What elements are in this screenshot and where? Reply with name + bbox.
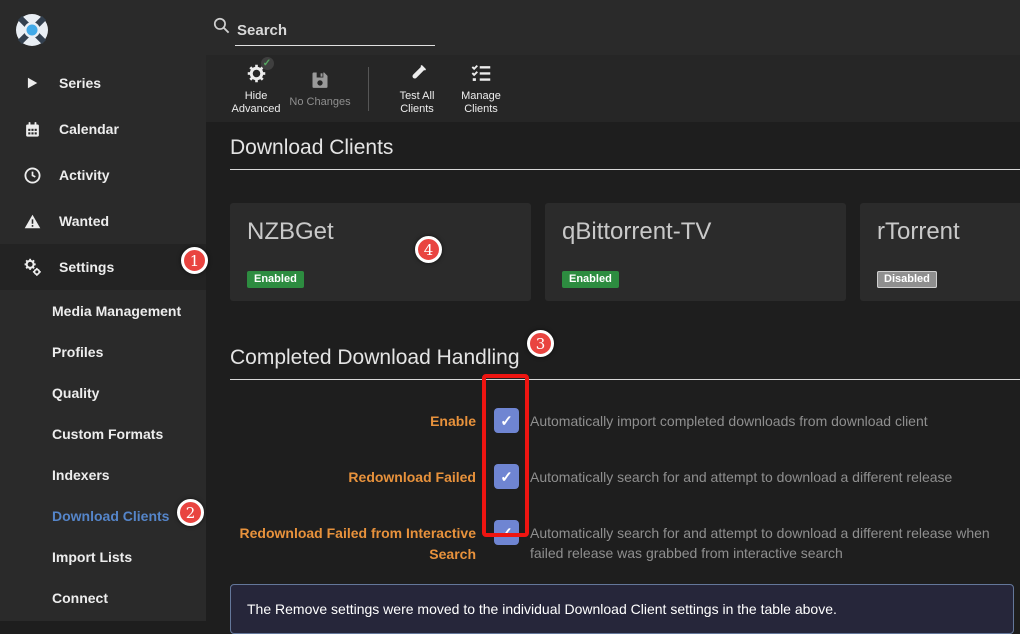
toolbar-separator: [368, 67, 369, 111]
form-row-enable: Enable Automatically import completed do…: [230, 408, 1020, 433]
page-toolbar: ✓ Hide Advanced No Changes Test All Clie…: [206, 55, 1020, 122]
status-badge: Disabled: [877, 271, 937, 288]
remove-settings-notice: The Remove settings were moved to the in…: [230, 584, 1014, 634]
sidebar-subitem-download-clients[interactable]: Download Clients: [0, 495, 206, 536]
sidebar-item-settings[interactable]: Settings: [0, 244, 206, 290]
annotation-circle-3: 3: [527, 330, 554, 357]
redownload-failed-interactive-label: Redownload Failed from Interactive Searc…: [230, 520, 476, 565]
form-row-redownload-failed-interactive: Redownload Failed from Interactive Searc…: [230, 520, 1020, 565]
calendar-icon: [22, 121, 42, 138]
sidebar-item-calendar[interactable]: Calendar: [0, 106, 206, 152]
download-clients-heading: Download Clients: [230, 122, 1020, 170]
redownload-failed-help-text: Automatically search for and attempt to …: [530, 464, 1014, 487]
sidebar-item-wanted[interactable]: Wanted: [0, 198, 206, 244]
client-name: qBittorrent-TV: [562, 218, 829, 246]
list-check-icon: [471, 62, 492, 86]
top-header: [206, 0, 1020, 55]
search-icon: [212, 16, 231, 40]
enable-help-text: Automatically import completed downloads…: [530, 408, 1014, 431]
sidebar-subitem-media-management[interactable]: Media Management: [0, 290, 206, 331]
advanced-check-icon: ✓: [261, 57, 274, 70]
advanced-gear-icon: ✓: [246, 62, 267, 86]
sidebar-item-activity[interactable]: Activity: [0, 152, 206, 198]
enable-label: Enable: [230, 408, 476, 432]
toolbar-button-label: Manage Clients: [449, 90, 513, 116]
test-all-clients-button[interactable]: Test All Clients: [385, 62, 449, 116]
sidebar-item-label: Series: [59, 75, 101, 91]
save-changes-button[interactable]: No Changes: [288, 68, 352, 109]
sidebar-item-label: Wanted: [59, 213, 109, 229]
download-client-cards: NZBGet Enabled qBittorrent-TV Enabled rT…: [230, 203, 1020, 301]
sidebar-subitem-indexers[interactable]: Indexers: [0, 454, 206, 495]
sidebar-subitem-custom-formats[interactable]: Custom Formats: [0, 413, 206, 454]
annotation-number: 4: [424, 241, 434, 259]
completed-download-handling-heading: Completed Download Handling: [230, 332, 1020, 380]
sidebar-subitem-label: Download Clients: [52, 508, 169, 524]
annotation-circle-1: 1: [181, 247, 208, 274]
clock-icon: [22, 167, 42, 184]
sidebar-subitem-label: Profiles: [52, 344, 103, 360]
sidebar-subitem-label: Import Lists: [52, 549, 132, 565]
sidebar-subitem-label: Custom Formats: [52, 426, 163, 442]
annotation-number: 2: [186, 504, 196, 522]
sidebar-subitem-label: Quality: [52, 385, 99, 401]
toolbar-button-label: Test All Clients: [385, 90, 449, 116]
sidebar-subitem-label: Indexers: [52, 467, 110, 483]
annotation-number: 3: [536, 335, 546, 353]
sidebar-subitem-quality[interactable]: Quality: [0, 372, 206, 413]
vial-icon: [407, 62, 428, 86]
form-row-redownload-failed: Redownload Failed Automatically search f…: [230, 464, 1020, 489]
sonarr-logo-icon: [14, 12, 50, 48]
search-input[interactable]: [235, 20, 435, 46]
completed-download-handling-form: Enable Automatically import completed do…: [230, 408, 1020, 565]
sidebar-item-series[interactable]: Series: [0, 60, 206, 106]
sidebar-subitem-connect[interactable]: Connect: [0, 577, 206, 618]
manage-clients-button[interactable]: Manage Clients: [449, 62, 513, 116]
sidebar-nav: Series Calendar: [0, 60, 206, 618]
sidebar: Series Calendar: [0, 0, 206, 621]
sidebar-subitem-label: Media Management: [52, 303, 181, 319]
client-name: rTorrent: [877, 218, 1020, 246]
sidebar-item-label: Settings: [59, 259, 114, 275]
play-icon: [22, 76, 42, 90]
sidebar-item-label: Activity: [59, 167, 110, 183]
client-card-rtorrent[interactable]: rTorrent Disabled: [860, 203, 1020, 301]
status-badge: Enabled: [562, 271, 619, 288]
gears-icon: [22, 258, 42, 277]
redownload-failed-interactive-help-text: Automatically search for and attempt to …: [530, 520, 1014, 563]
sidebar-subitem-label: Connect: [52, 590, 108, 606]
hide-advanced-button[interactable]: ✓ Hide Advanced: [224, 62, 288, 116]
annotation-circle-2: 2: [177, 499, 204, 526]
annotation-circle-4: 4: [415, 236, 442, 263]
sidebar-subitem-import-lists[interactable]: Import Lists: [0, 536, 206, 577]
redownload-failed-label: Redownload Failed: [230, 464, 476, 488]
client-name: NZBGet: [247, 218, 514, 246]
settings-content: Download Clients NZBGet Enabled qBittorr…: [206, 122, 1020, 621]
annotation-number: 1: [190, 252, 200, 270]
sidebar-item-label: Calendar: [59, 121, 119, 137]
warning-icon: [22, 213, 42, 230]
client-card-nzbget[interactable]: NZBGet Enabled: [230, 203, 531, 301]
toolbar-button-label: Hide Advanced: [224, 90, 288, 116]
sidebar-subitem-profiles[interactable]: Profiles: [0, 331, 206, 372]
save-icon: [310, 68, 330, 92]
status-badge: Enabled: [247, 271, 304, 288]
annotation-rectangle-checkboxes: [482, 374, 529, 537]
toolbar-button-label: No Changes: [289, 96, 350, 109]
client-card-qbittorrent-tv[interactable]: qBittorrent-TV Enabled: [545, 203, 846, 301]
